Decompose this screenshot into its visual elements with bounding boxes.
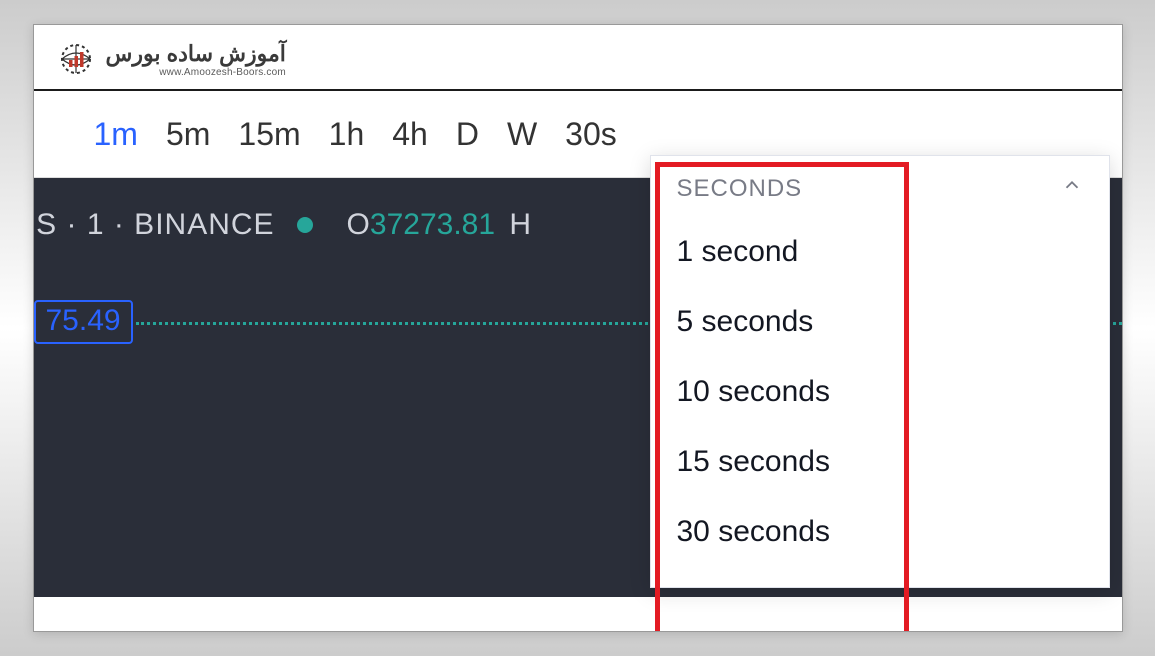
dropdown-item-30-seconds[interactable]: 30 seconds — [677, 497, 1083, 567]
timeframe-1h[interactable]: 1h — [329, 116, 365, 153]
timeframe-30s[interactable]: 30s — [565, 116, 617, 153]
logo-title: آموزش ساده بورس — [106, 41, 286, 67]
ohlc-o-value: 37273.81 — [370, 208, 495, 241]
dropdown-section-header[interactable]: SECONDS — [651, 156, 1109, 217]
dropdown-list: 1 second 5 seconds 10 seconds 15 seconds… — [651, 217, 1109, 567]
timeframe-dropdown: SECONDS 1 second 5 seconds 10 seconds 15… — [650, 155, 1110, 588]
ohlc-h-label: H — [509, 208, 531, 241]
ohlc-o-label: O — [347, 208, 370, 241]
timeframe-1m[interactable]: 1m — [94, 116, 138, 153]
price-tag: 75.49 — [34, 300, 133, 344]
logo-text: آموزش ساده بورس www.Amoozesh-Boors.com — [106, 41, 286, 78]
logo-bar: آموزش ساده بورس www.Amoozesh-Boors.com — [34, 25, 1122, 89]
dropdown-item-15-seconds[interactable]: 15 seconds — [677, 427, 1083, 497]
dropdown-item-5-seconds[interactable]: 5 seconds — [677, 287, 1083, 357]
logo-subtitle: www.Amoozesh-Boors.com — [159, 67, 286, 78]
timeframe-d[interactable]: D — [456, 116, 479, 153]
ohlc-group: O37273.81 H — [335, 208, 532, 242]
dropdown-item-10-seconds[interactable]: 10 seconds — [677, 357, 1083, 427]
symbol-text: US · 1 · BINANCE — [34, 208, 275, 242]
dropdown-item-1-second[interactable]: 1 second — [677, 217, 1083, 287]
timeframe-15m[interactable]: 15m — [238, 116, 300, 153]
timeframe-4h[interactable]: 4h — [392, 116, 428, 153]
timeframe-w[interactable]: W — [507, 116, 537, 153]
timeframe-5m[interactable]: 5m — [166, 116, 210, 153]
app-frame: آموزش ساده بورس www.Amoozesh-Boors.com 1… — [33, 24, 1123, 632]
dropdown-header-label: SECONDS — [677, 175, 803, 203]
chevron-up-icon — [1061, 174, 1083, 203]
logo-icon — [56, 39, 96, 79]
status-dot-icon — [297, 217, 313, 233]
